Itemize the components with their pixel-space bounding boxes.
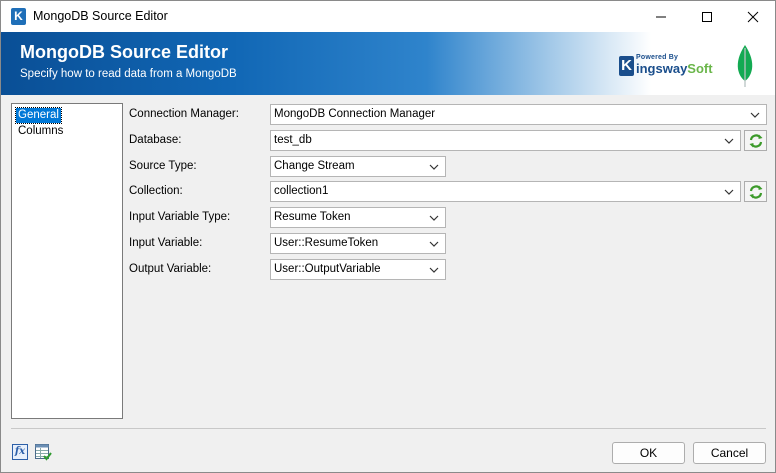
chevron-down-icon — [429, 267, 439, 273]
logo-name-part-b: Soft — [687, 61, 713, 76]
cancel-button[interactable]: Cancel — [693, 442, 766, 464]
logo-powered-by: Powered By — [636, 54, 679, 61]
banner-title: MongoDB Source Editor — [20, 42, 228, 62]
header-banner: MongoDB Source Editor Specify how to rea… — [1, 32, 775, 95]
logo-name-part-a: ingsway — [636, 61, 688, 76]
window-title: MongoDB Source Editor — [33, 9, 168, 23]
source-type-label: Source Type: — [129, 160, 197, 172]
input-variable-type-select[interactable]: Resume Token — [270, 207, 446, 228]
chevron-down-icon — [429, 241, 439, 247]
footer-separator — [11, 428, 766, 429]
output-variable-select[interactable]: User::OutputVariable — [270, 259, 446, 280]
mongodb-leaf-icon — [737, 45, 753, 87]
nav-item-general[interactable]: General — [15, 107, 62, 124]
connection-manager-label: Connection Manager: — [129, 108, 239, 120]
maximize-button[interactable] — [684, 1, 730, 32]
chevron-down-icon — [724, 189, 734, 195]
connection-manager-select[interactable]: MongoDB Connection Manager — [270, 104, 767, 125]
database-label: Database: — [129, 134, 182, 146]
chevron-down-icon — [429, 215, 439, 221]
chevron-down-icon — [724, 138, 734, 144]
collection-refresh-button[interactable] — [744, 181, 767, 202]
output-variable-label: Output Variable: — [129, 263, 212, 275]
input-variable-type-value: Resume Token — [274, 211, 351, 223]
navigation-list[interactable]: General Columns — [11, 103, 123, 419]
input-variable-value: User::ResumeToken — [274, 237, 379, 249]
refresh-icon — [749, 184, 762, 199]
collection-label: Collection: — [129, 185, 183, 197]
expression-fx-icon[interactable]: fx — [12, 444, 28, 460]
logo-k-icon: K — [619, 56, 634, 76]
chevron-down-icon — [750, 112, 760, 118]
refresh-icon — [749, 133, 762, 148]
kingswaysoft-logo: Powered By K ingswaySoft — [619, 52, 713, 82]
minimize-button[interactable] — [638, 1, 684, 32]
grid-properties-icon[interactable] — [35, 444, 52, 461]
database-select[interactable]: test_db — [270, 130, 741, 151]
collection-value: collection1 — [274, 185, 329, 197]
chevron-down-icon — [429, 164, 439, 170]
database-value: test_db — [274, 134, 312, 146]
collection-select[interactable]: collection1 — [270, 181, 741, 202]
source-type-value: Change Stream — [274, 160, 355, 172]
banner-subtitle: Specify how to read data from a MongoDB — [20, 68, 237, 80]
logo-name: ingswaySoft — [636, 61, 713, 76]
dialog-window: K MongoDB Source Editor MongoDB Source E… — [0, 0, 776, 473]
input-variable-type-label: Input Variable Type: — [129, 211, 231, 223]
input-variable-select[interactable]: User::ResumeToken — [270, 233, 446, 254]
output-variable-value: User::OutputVariable — [274, 263, 381, 275]
maximize-icon — [702, 11, 712, 22]
close-icon — [747, 11, 759, 22]
app-k-icon: K — [11, 8, 26, 25]
connection-manager-value: MongoDB Connection Manager — [274, 108, 436, 120]
nav-item-columns[interactable]: Columns — [16, 124, 65, 139]
title-bar[interactable]: K MongoDB Source Editor — [1, 1, 775, 32]
close-button[interactable] — [730, 1, 776, 32]
ok-button[interactable]: OK — [612, 442, 685, 464]
minimize-icon — [656, 16, 666, 17]
source-type-select[interactable]: Change Stream — [270, 156, 446, 177]
input-variable-label: Input Variable: — [129, 237, 203, 249]
database-refresh-button[interactable] — [744, 130, 767, 151]
